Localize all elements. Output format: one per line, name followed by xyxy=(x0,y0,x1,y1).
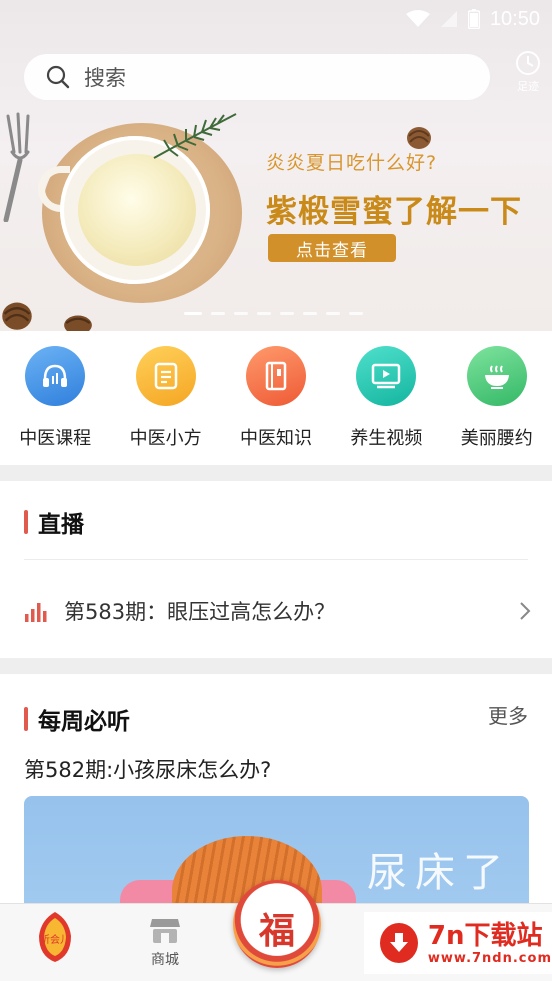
category-health-video[interactable]: 养生视频 xyxy=(331,331,441,465)
status-time: 10:50 xyxy=(489,7,540,30)
blessing-glyph: 福 xyxy=(258,911,295,952)
book-icon xyxy=(245,346,306,406)
search-bar[interactable]: 搜索 xyxy=(24,54,490,100)
shop-icon xyxy=(150,919,180,943)
carousel-dot xyxy=(303,312,317,315)
carousel-dot xyxy=(257,312,271,315)
category-label: 美丽腰约 xyxy=(460,428,533,449)
divider xyxy=(24,559,528,560)
note-icon xyxy=(135,346,196,406)
category-label: 中医小方 xyxy=(129,428,202,449)
center-blessing-button[interactable]: 福 xyxy=(233,880,321,968)
tab-listen[interactable]: 听会儿 xyxy=(0,904,110,981)
carousel-dot xyxy=(280,312,294,315)
section-accent-bar xyxy=(24,510,28,534)
chevron-right-icon xyxy=(520,602,531,620)
live-title: 直播 xyxy=(38,512,84,538)
carousel-dot xyxy=(211,312,225,315)
honey-in-cup xyxy=(78,154,196,266)
status-bar: 10:50 xyxy=(405,6,540,32)
pinecone-icon xyxy=(2,302,32,330)
site-watermark: 7n下载站 www.7ndn.com xyxy=(364,912,552,974)
history-label: 足迹 xyxy=(517,80,539,93)
battery-icon xyxy=(467,9,480,29)
weekly-title: 每周必听 xyxy=(38,709,130,735)
watermark-title: 7n下载站 xyxy=(427,920,543,951)
category-row: 中医课程 中医小方 中医知识 养生视频 美丽腰约 xyxy=(0,331,552,465)
weekly-header: 每周必听 xyxy=(24,702,130,736)
watermark-url: www.7ndn.com xyxy=(427,950,552,966)
banner-cta-button[interactable]: 点击查看 xyxy=(268,234,396,262)
live-section: 直播 第583期：眼压过高怎么办？ xyxy=(0,481,552,658)
promo-banner[interactable]: 炎炎夏日吃什么好? 紫椴雪蜜了解一下 点击查看 10:50 搜索 足迹 xyxy=(0,0,552,331)
play-video-icon xyxy=(356,346,417,406)
carousel-dot xyxy=(184,312,202,315)
listen-logo-icon: 听会儿 xyxy=(39,912,71,962)
pinecone-icon xyxy=(64,315,92,331)
tab-label: 商城 xyxy=(151,952,179,968)
search-icon xyxy=(46,65,70,89)
weekly-episode-title[interactable]: 第582期:小孩尿床怎么办? xyxy=(24,754,271,784)
live-item-title: 第583期：眼压过高怎么办？ xyxy=(64,600,336,624)
carousel-dot xyxy=(326,312,340,315)
download-icon xyxy=(380,923,418,963)
carousel-indicator xyxy=(184,312,363,315)
category-tcm-knowledge[interactable]: 中医知识 xyxy=(221,331,331,465)
rosemary-icon xyxy=(153,113,237,159)
bowl-icon xyxy=(466,346,527,406)
carousel-dot xyxy=(234,312,248,315)
category-beauty-waist[interactable]: 美丽腰约 xyxy=(442,331,552,465)
history-button[interactable]: 足迹 xyxy=(512,50,544,100)
category-label: 中医知识 xyxy=(239,428,312,449)
live-item[interactable]: 第583期：眼压过高怎么办？ xyxy=(24,581,532,641)
section-accent-bar xyxy=(24,707,28,731)
live-header: 直播 xyxy=(24,505,84,539)
carousel-dot xyxy=(349,312,363,315)
listen-logo-text: 听会儿 xyxy=(40,933,70,946)
category-tcm-recipe[interactable]: 中医小方 xyxy=(110,331,220,465)
signal-icon xyxy=(440,11,457,27)
category-label: 中医课程 xyxy=(19,428,92,449)
category-tcm-course[interactable]: 中医课程 xyxy=(0,331,110,465)
category-label: 养生视频 xyxy=(350,428,423,449)
artwork-text: 尿床了 xyxy=(367,850,511,896)
banner-subtitle: 炎炎夏日吃什么好? xyxy=(266,152,438,174)
wifi-icon xyxy=(405,10,430,27)
headphones-icon xyxy=(25,346,86,406)
clock-icon xyxy=(516,51,540,75)
banner-title: 紫椴雪蜜了解一下 xyxy=(266,194,522,230)
fork-icon xyxy=(3,112,30,222)
search-placeholder: 搜索 xyxy=(84,66,126,90)
tab-shop[interactable]: 商城 xyxy=(110,904,220,981)
more-link[interactable]: 更多 xyxy=(488,700,528,729)
audio-bars-icon xyxy=(25,603,47,622)
